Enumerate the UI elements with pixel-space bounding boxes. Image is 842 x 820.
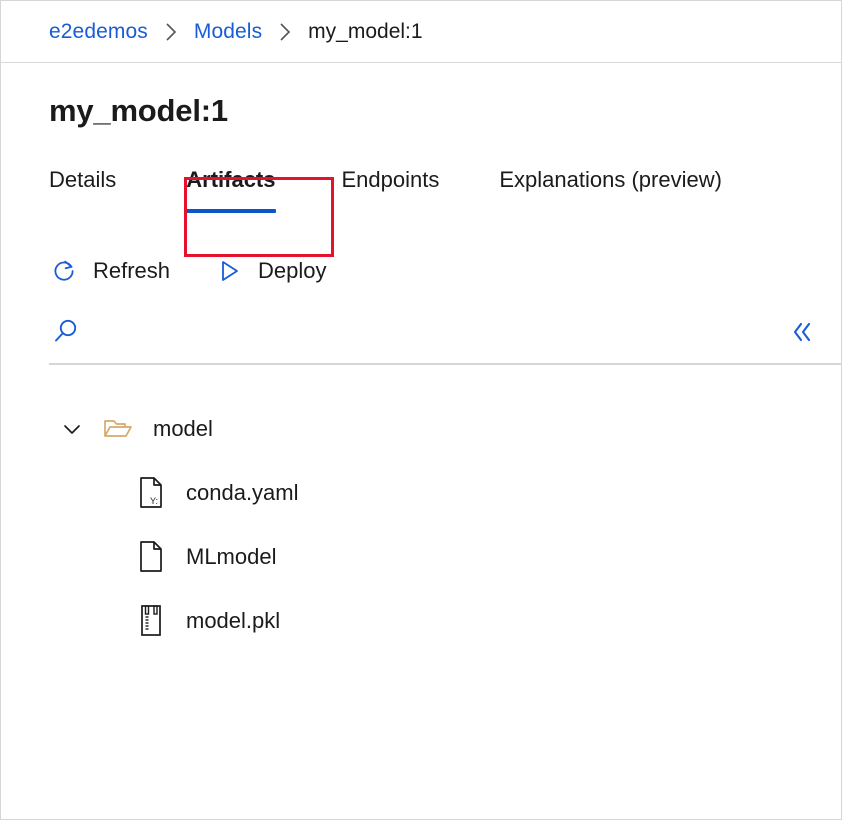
double-chevron-left-icon[interactable] [785,315,819,349]
blank-file-icon [136,540,166,574]
tree-row-file-mlmodel[interactable]: MLmodel [1,525,841,589]
tree-node-label: model.pkl [186,608,281,633]
breadcrumb: e2edemos Models my_model:1 [1,1,841,63]
breadcrumb-item-current: my_model:1 [308,19,423,43]
model-details-panel: e2edemos Models my_model:1 my_model:1 De… [0,0,842,820]
chevron-down-icon[interactable] [59,416,85,442]
tree-row-file-model-pkl[interactable]: model.pkl [1,589,841,653]
tab-details-label: Details [49,167,117,192]
tab-explanations[interactable]: Explanations (preview) [499,153,722,193]
tab-selected-underline [186,209,276,213]
page-title: my_model:1 [49,93,228,128]
tab-bar: Details Artifacts Endpoints Explanations… [1,153,841,233]
command-bar: Refresh Deploy [1,247,841,295]
search-icon[interactable] [49,315,83,349]
breadcrumb-item-e2edemos[interactable]: e2edemos [49,20,148,44]
chevron-right-icon [164,22,178,42]
tab-artifacts[interactable]: Artifacts [186,153,276,213]
chevron-right-icon [278,22,292,42]
tree-node-label: MLmodel [186,544,277,569]
refresh-icon [49,256,79,286]
tree-row-folder-model[interactable]: model [1,397,841,461]
deploy-button[interactable]: Deploy [214,256,327,286]
tab-explanations-label: Explanations (preview) [499,167,722,192]
refresh-label: Refresh [93,258,171,283]
tab-details[interactable]: Details [49,153,116,193]
search-row [1,305,841,365]
yaml-file-icon: Y: [136,476,166,510]
svg-text:Y:: Y: [150,496,158,506]
folder-open-icon [103,412,133,446]
tab-endpoints-label: Endpoints [341,167,440,192]
search-input[interactable] [95,321,785,343]
tree-node-label: model [153,416,213,441]
tab-endpoints[interactable]: Endpoints [342,153,440,193]
refresh-button[interactable]: Refresh [49,256,170,286]
tab-artifacts-label: Artifacts [186,167,276,192]
tree-row-file-conda-yaml[interactable]: Y: conda.yaml [1,461,841,525]
search-divider [49,363,841,365]
play-triangle-icon [214,256,244,286]
zip-file-icon [136,604,166,638]
tree-node-label: conda.yaml [186,480,299,505]
deploy-label: Deploy [258,258,327,283]
artifact-file-tree: model Y: conda.yaml MLmodel model.pkl [1,359,841,653]
breadcrumb-item-models[interactable]: Models [194,20,262,44]
